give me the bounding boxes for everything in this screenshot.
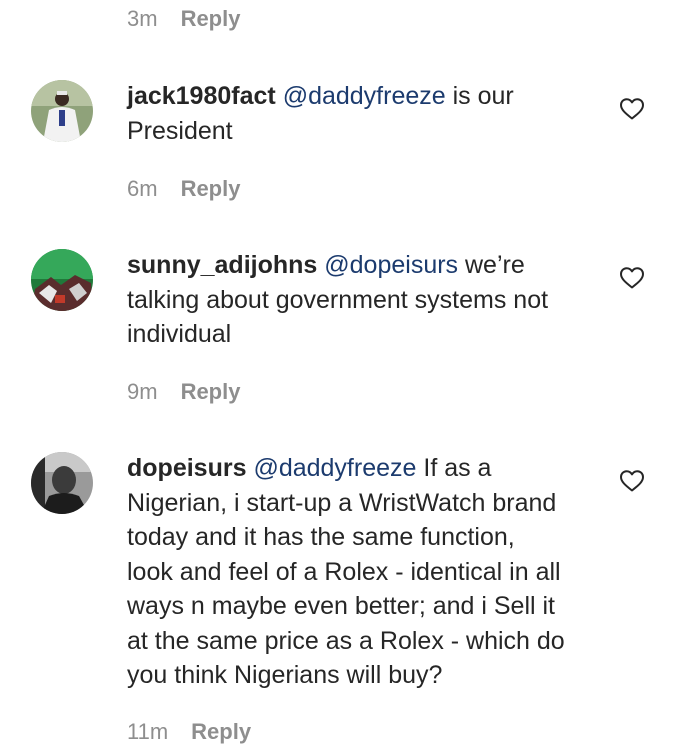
comment-body-line: we’re bbox=[458, 251, 525, 279]
reply-button[interactable]: Reply bbox=[181, 6, 241, 32]
reply-button[interactable]: Reply bbox=[191, 719, 251, 745]
avatar[interactable] bbox=[31, 80, 93, 142]
comment-body-line: Nigerian, i start-up a WristWatch brand bbox=[127, 488, 557, 517]
like-button[interactable] bbox=[619, 97, 645, 121]
avatar[interactable] bbox=[31, 452, 93, 514]
comment-body-line: individual bbox=[127, 320, 232, 348]
comment-body-line: you think Nigerians will buy? bbox=[127, 661, 443, 689]
comment-username[interactable]: dopeisurs bbox=[127, 454, 246, 482]
avatar-image bbox=[31, 249, 93, 311]
comment-text: sunny_adijohns @dopeisurs we’re talking … bbox=[127, 248, 602, 352]
heart-outline-icon bbox=[620, 267, 644, 289]
comment-username[interactable]: sunny_adijohns bbox=[127, 251, 317, 279]
heart-outline-icon bbox=[620, 470, 644, 492]
avatar-image bbox=[31, 452, 93, 514]
reply-button[interactable]: Reply bbox=[181, 176, 241, 202]
comment-mention[interactable]: @daddyfreeze bbox=[253, 454, 416, 482]
avatar[interactable] bbox=[31, 249, 93, 311]
comment-body-line: look and feel of a Rolex - identical in … bbox=[127, 557, 561, 586]
comment-username[interactable]: jack1980fact bbox=[127, 82, 276, 110]
comment-body-line: today and it has the same function, bbox=[127, 523, 515, 551]
comment-time: 11m bbox=[127, 719, 169, 744]
avatar-image bbox=[31, 80, 93, 142]
comment-body-line: President bbox=[127, 116, 233, 145]
comment-mention[interactable]: @daddyfreeze bbox=[283, 82, 446, 110]
comment-meta: 6m Reply bbox=[127, 176, 240, 202]
comment-body-line: is our bbox=[445, 82, 514, 110]
like-button[interactable] bbox=[619, 266, 645, 290]
comment-text: jack1980fact @daddyfreeze is our Preside… bbox=[127, 79, 602, 148]
comment-list: 3m Reply jack1980fact @daddyfreeze is ou… bbox=[0, 0, 690, 744]
comment-meta: 9m Reply bbox=[127, 379, 240, 405]
comment-meta: 11m Reply bbox=[127, 719, 251, 745]
comment-body-line: If as a bbox=[416, 454, 492, 482]
comment-time: 9m bbox=[127, 379, 158, 404]
comment-body-line: ways n maybe even better; and i Sell it bbox=[127, 592, 556, 620]
comment-text: dopeisurs @daddyfreeze If as a Nigerian,… bbox=[127, 451, 602, 693]
comment-time: 3m bbox=[127, 6, 158, 31]
comment-time: 6m bbox=[127, 176, 158, 201]
reply-button[interactable]: Reply bbox=[181, 379, 241, 405]
comment-mention[interactable]: @dopeisurs bbox=[324, 251, 458, 279]
like-button[interactable] bbox=[619, 469, 645, 493]
heart-outline-icon bbox=[620, 98, 644, 120]
previous-comment-meta: 3m Reply bbox=[127, 6, 240, 32]
comment-body-line: talking about government systems not bbox=[127, 285, 549, 314]
comment-body-line: at the same price as a Rolex - which do bbox=[127, 626, 565, 655]
